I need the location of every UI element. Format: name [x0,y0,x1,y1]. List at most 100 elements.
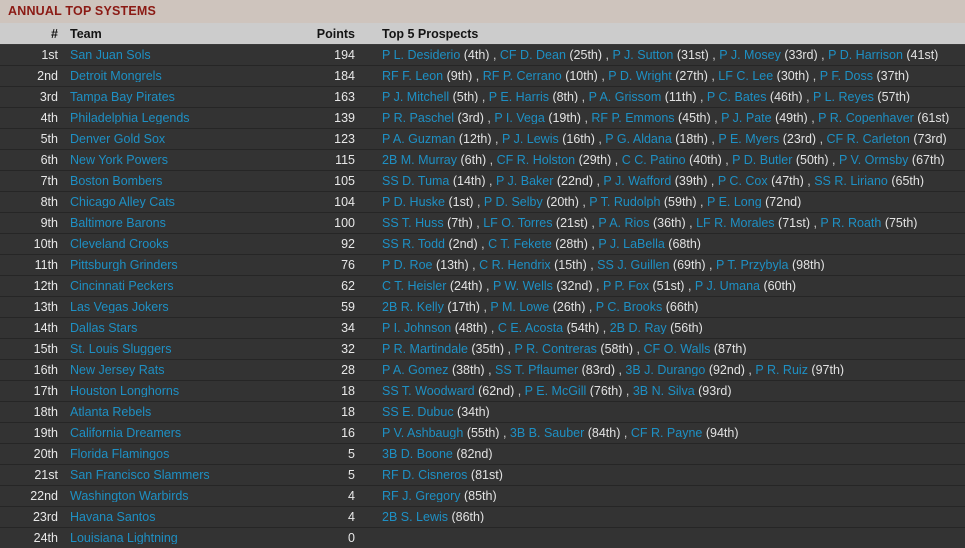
cell-team-link[interactable]: Louisiana Lightning [64,532,259,545]
prospect-player-link[interactable]: 2B S. Lewis [382,511,448,524]
column-header-prospects[interactable]: Top 5 Prospects [359,27,965,41]
prospect-player-link[interactable]: P E. Myers [718,133,779,146]
prospect-player-link[interactable]: RF F. Leon [382,70,443,83]
prospect-player-link[interactable]: CF O. Walls [644,343,711,356]
cell-team-link[interactable]: Dallas Stars [64,322,259,335]
table-row[interactable]: 10th Cleveland Crooks 92 SS R. Todd (2nd) ,… [0,234,965,255]
prospect-player-link[interactable]: C E. Acosta [498,322,563,335]
table-row[interactable]: 7th Boston Bombers 105 SS D. Tuma (14th) , … [0,171,965,192]
prospect-player-link[interactable]: LF C. Lee [718,70,773,83]
cell-team-link[interactable]: Cleveland Crooks [64,238,259,251]
prospect-player-link[interactable]: 3B J. Durango [625,364,705,377]
column-header-team[interactable]: Team [64,27,259,41]
prospect-player-link[interactable]: RF J. Gregory [382,490,461,503]
cell-team-link[interactable]: Denver Gold Sox [64,133,259,146]
prospect-player-link[interactable]: P R. Paschel [382,112,454,125]
table-row[interactable]: 13th Las Vegas Jokers 59 2B R. Kelly (17th)… [0,297,965,318]
prospect-player-link[interactable]: LF O. Torres [483,217,552,230]
prospect-player-link[interactable]: P J. Umana [695,280,760,293]
prospect-player-link[interactable]: P D. Harrison [828,49,903,62]
prospect-player-link[interactable]: P R. Martindale [382,343,468,356]
table-row[interactable]: 4th Philadelphia Legends 139 P R. Paschel (… [0,108,965,129]
prospect-player-link[interactable]: P D. Huske [382,196,445,209]
prospect-player-link[interactable]: P J. Pate [721,112,772,125]
prospect-player-link[interactable]: CF R. Holston [497,154,576,167]
prospect-player-link[interactable]: SS R. Liriano [814,175,888,188]
table-row[interactable]: 14th Dallas Stars 34 P I. Johnson (48th) , … [0,318,965,339]
cell-team-link[interactable]: Florida Flamingos [64,448,259,461]
prospect-player-link[interactable]: P J. Sutton [612,49,673,62]
prospect-player-link[interactable]: P A. Guzman [382,133,455,146]
prospect-player-link[interactable]: P J. Lewis [502,133,559,146]
prospect-player-link[interactable]: P R. Contreras [514,343,596,356]
prospect-player-link[interactable]: C T. Fekete [488,238,552,251]
cell-team-link[interactable]: St. Louis Sluggers [64,343,259,356]
cell-team-link[interactable]: New York Powers [64,154,259,167]
prospect-player-link[interactable]: P J. LaBella [598,238,664,251]
prospect-player-link[interactable]: CF D. Dean [500,49,566,62]
prospect-player-link[interactable]: P J. Wafford [603,175,671,188]
table-row[interactable]: 9th Baltimore Barons 100 SS T. Huss (7th) ,… [0,213,965,234]
table-row[interactable]: 11th Pittsburgh Grinders 76 P D. Roe (13th)… [0,255,965,276]
column-header-rank[interactable]: # [0,27,64,41]
cell-team-link[interactable]: Boston Bombers [64,175,259,188]
table-row[interactable]: 6th New York Powers 115 2B M. Murray (6th) … [0,150,965,171]
cell-team-link[interactable]: New Jersey Rats [64,364,259,377]
table-row[interactable]: 19th California Dreamers 16 P V. Ashbaugh (… [0,423,965,444]
prospect-player-link[interactable]: P A. Rios [598,217,649,230]
prospect-player-link[interactable]: SS J. Guillen [597,259,669,272]
cell-team-link[interactable]: Havana Santos [64,511,259,524]
prospect-player-link[interactable]: RF P. Emmons [591,112,674,125]
prospect-player-link[interactable]: P D. Wright [608,70,671,83]
prospect-player-link[interactable]: P C. Brooks [596,301,662,314]
prospect-player-link[interactable]: CF R. Carleton [827,133,910,146]
table-row[interactable]: 16th New Jersey Rats 28 P A. Gomez (38th) ,… [0,360,965,381]
table-row[interactable]: 8th Chicago Alley Cats 104 P D. Huske (1st)… [0,192,965,213]
prospect-player-link[interactable]: RF D. Cisneros [382,469,467,482]
prospect-player-link[interactable]: P L. Reyes [813,91,874,104]
cell-team-link[interactable]: Houston Longhorns [64,385,259,398]
prospect-player-link[interactable]: P G. Aldana [605,133,672,146]
prospect-player-link[interactable]: P T. Rudolph [589,196,660,209]
prospect-player-link[interactable]: P D. Butler [732,154,792,167]
prospect-player-link[interactable]: SS D. Tuma [382,175,449,188]
prospect-player-link[interactable]: CF R. Payne [631,427,703,440]
prospect-player-link[interactable]: P V. Ormsby [839,154,908,167]
table-row[interactable]: 15th St. Louis Sluggers 32 P R. Martindale … [0,339,965,360]
prospect-player-link[interactable]: C T. Heisler [382,280,446,293]
cell-team-link[interactable]: California Dreamers [64,427,259,440]
prospect-player-link[interactable]: P D. Selby [484,196,543,209]
prospect-player-link[interactable]: P W. Wells [493,280,553,293]
cell-team-link[interactable]: Cincinnati Peckers [64,280,259,293]
table-row[interactable]: 18th Atlanta Rebels 18 SS E. Dubuc (34th) [0,402,965,423]
prospect-player-link[interactable]: P F. Doss [820,70,873,83]
prospect-player-link[interactable]: P T. Przybyla [716,259,789,272]
prospect-player-link[interactable]: P D. Roe [382,259,433,272]
column-header-points[interactable]: Points [259,27,359,41]
prospect-player-link[interactable]: 3B D. Boone [382,448,453,461]
prospect-player-link[interactable]: P E. Long [707,196,762,209]
prospect-player-link[interactable]: P P. Fox [603,280,649,293]
prospect-player-link[interactable]: P A. Grissom [589,91,662,104]
prospect-player-link[interactable]: P V. Ashbaugh [382,427,463,440]
table-row[interactable]: 5th Denver Gold Sox 123 P A. Guzman (12th) … [0,129,965,150]
cell-team-link[interactable]: Atlanta Rebels [64,406,259,419]
prospect-player-link[interactable]: LF R. Morales [696,217,775,230]
prospect-player-link[interactable]: P E. McGill [525,385,587,398]
prospect-player-link[interactable]: P E. Harris [489,91,549,104]
prospect-player-link[interactable]: P R. Copenhaver [818,112,914,125]
table-row[interactable]: 3rd Tampa Bay Pirates 163 P J. Mitchell (5t… [0,87,965,108]
cell-team-link[interactable]: Washington Warbirds [64,490,259,503]
prospect-player-link[interactable]: P I. Vega [494,112,545,125]
cell-team-link[interactable]: Tampa Bay Pirates [64,91,259,104]
cell-team-link[interactable]: San Juan Sols [64,49,259,62]
prospect-player-link[interactable]: 3B N. Silva [633,385,695,398]
cell-team-link[interactable]: Chicago Alley Cats [64,196,259,209]
table-row[interactable]: 2nd Detroit Mongrels 184 RF F. Leon (9th) ,… [0,66,965,87]
prospect-player-link[interactable]: P J. Mosey [719,49,781,62]
prospect-player-link[interactable]: P J. Mitchell [382,91,449,104]
prospect-player-link[interactable]: SS R. Todd [382,238,445,251]
prospect-player-link[interactable]: P C. Cox [718,175,768,188]
prospect-player-link[interactable]: P C. Bates [707,91,767,104]
prospect-player-link[interactable]: SS T. Huss [382,217,444,230]
